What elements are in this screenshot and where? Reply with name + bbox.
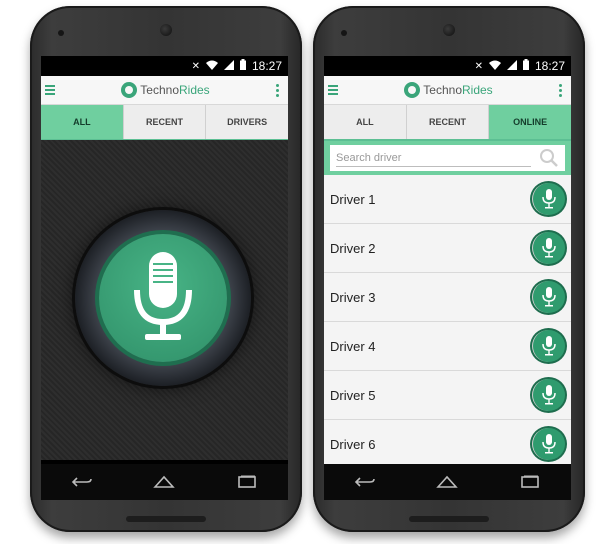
driver-name: Driver 1 xyxy=(330,191,376,207)
tab-bar: ALL RECENT DRIVERS xyxy=(41,105,288,141)
mute-icon: ✕ xyxy=(191,60,200,72)
battery-icon xyxy=(522,59,529,73)
list-item[interactable]: Driver 5 xyxy=(324,371,571,420)
microphone-icon xyxy=(542,238,556,258)
tab-drivers[interactable]: DRIVERS xyxy=(206,105,288,139)
earpiece xyxy=(160,24,172,36)
tab-bar: ALL RECENT ONLINE xyxy=(324,105,571,141)
call-driver-button[interactable] xyxy=(532,379,565,411)
call-driver-button[interactable] xyxy=(532,428,565,460)
list-item[interactable]: Driver 1 xyxy=(324,175,571,224)
battery-icon xyxy=(239,59,246,73)
phone-right: ✕ 18:27 TechnoRides ALL RECENT ONLINE Se… xyxy=(313,6,585,532)
tab-recent[interactable]: RECENT xyxy=(407,105,490,139)
nav-bar xyxy=(41,464,288,500)
back-icon[interactable] xyxy=(351,473,379,491)
menu-icon[interactable] xyxy=(45,85,55,95)
menu-icon[interactable] xyxy=(328,85,338,95)
sensor xyxy=(58,30,64,36)
tab-all[interactable]: ALL xyxy=(41,105,124,139)
recents-icon[interactable] xyxy=(233,473,261,491)
microphone-icon xyxy=(542,385,556,405)
home-icon[interactable] xyxy=(433,473,461,491)
back-icon[interactable] xyxy=(68,473,96,491)
signal-icon xyxy=(506,59,517,73)
microphone-icon xyxy=(542,287,556,307)
driver-list: Driver 1 Driver 2 Driver 3 Driver 4 Driv… xyxy=(324,175,571,469)
driver-name: Driver 5 xyxy=(330,387,376,403)
record-button[interactable] xyxy=(99,234,227,362)
phone-left: ✕ 18:27 TechnoRides ALL RECENT DRIVERS xyxy=(30,6,302,532)
search-icon[interactable] xyxy=(539,148,559,168)
logo-text: TechnoRides xyxy=(140,83,210,97)
overflow-menu-icon[interactable] xyxy=(558,83,563,97)
overflow-menu-icon[interactable] xyxy=(275,83,280,97)
driver-name: Driver 4 xyxy=(330,338,376,354)
microphone-icon xyxy=(542,189,556,209)
signal-icon xyxy=(223,59,234,73)
nav-bar xyxy=(324,464,571,500)
status-bar: ✕ 18:27 xyxy=(324,56,571,76)
bottom-speaker xyxy=(409,516,489,522)
search-box xyxy=(330,145,565,171)
app-logo: TechnoRides xyxy=(121,82,210,98)
list-item[interactable]: Driver 6 xyxy=(324,420,571,469)
voice-panel xyxy=(41,140,288,460)
microphone-icon xyxy=(134,252,192,340)
screen-voice: ✕ 18:27 TechnoRides ALL RECENT DRIVERS xyxy=(41,56,288,500)
home-icon[interactable] xyxy=(150,473,178,491)
wifi-icon xyxy=(488,59,501,73)
search-bar xyxy=(324,141,571,175)
wifi-icon xyxy=(205,59,218,73)
status-bar: ✕ 18:27 xyxy=(41,56,288,76)
driver-name: Driver 6 xyxy=(330,436,376,452)
logo-mark xyxy=(121,82,138,98)
mute-icon: ✕ xyxy=(474,60,483,72)
list-item[interactable]: Driver 4 xyxy=(324,322,571,371)
microphone-icon xyxy=(542,434,556,454)
microphone-icon xyxy=(542,336,556,356)
earpiece xyxy=(443,24,455,36)
call-driver-button[interactable] xyxy=(532,330,565,362)
call-driver-button[interactable] xyxy=(532,232,565,264)
app-bar: TechnoRides xyxy=(324,76,571,105)
screen-online: ✕ 18:27 TechnoRides ALL RECENT ONLINE Se… xyxy=(324,56,571,500)
tab-online[interactable]: ONLINE xyxy=(489,105,571,139)
status-time: 18:27 xyxy=(534,59,565,73)
search-input[interactable] xyxy=(336,149,531,167)
logo-text: TechnoRides xyxy=(423,83,493,97)
list-item[interactable]: Driver 2 xyxy=(324,224,571,273)
status-time: 18:27 xyxy=(251,59,282,73)
app-bar: TechnoRides xyxy=(41,76,288,105)
logo-mark xyxy=(404,82,421,98)
driver-name: Driver 3 xyxy=(330,289,376,305)
mic-button-ring xyxy=(75,210,251,386)
bottom-speaker xyxy=(126,516,206,522)
recents-icon[interactable] xyxy=(516,473,544,491)
tab-recent[interactable]: RECENT xyxy=(124,105,207,139)
sensor xyxy=(341,30,347,36)
call-driver-button[interactable] xyxy=(532,183,565,215)
driver-name: Driver 2 xyxy=(330,240,376,256)
list-item[interactable]: Driver 3 xyxy=(324,273,571,322)
app-logo: TechnoRides xyxy=(404,82,493,98)
call-driver-button[interactable] xyxy=(532,281,565,313)
tab-all[interactable]: ALL xyxy=(324,105,407,139)
